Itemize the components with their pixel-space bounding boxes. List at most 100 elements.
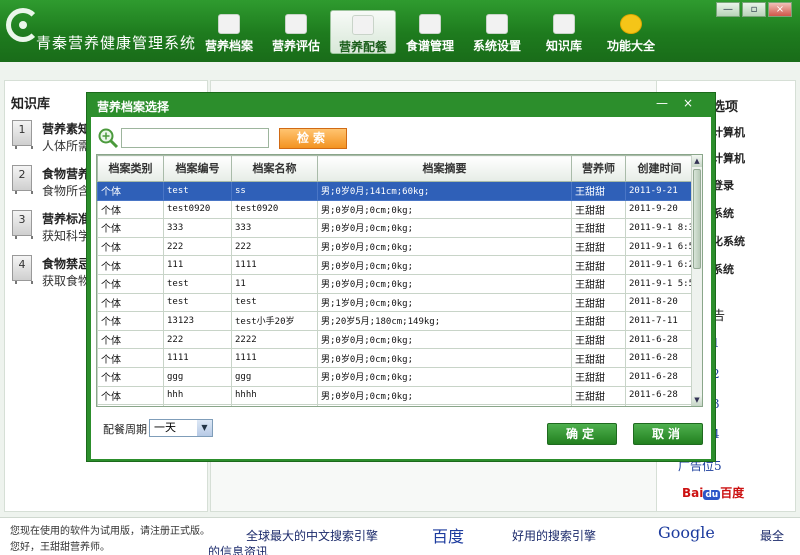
cell-category: 个体 — [97, 348, 164, 368]
cell-name: sss — [231, 404, 318, 406]
column-header-created[interactable]: 创建时间 — [625, 155, 694, 182]
table-row[interactable]: 个体 333 333 男;0岁0月;0cm;0kg; 王甜甜 2011-9-1 8:34 — [97, 218, 694, 238]
dialog-close-button[interactable]: × — [679, 96, 697, 110]
cell-created: 2011-9-21 — [625, 181, 694, 201]
nav-system-settings[interactable]: 系统设置 — [464, 10, 530, 54]
nav-nutrition-profile[interactable]: 营养档案 — [196, 10, 262, 54]
kb-icon — [553, 14, 575, 34]
cell-name: 1111 — [231, 348, 318, 368]
vertical-scrollbar[interactable]: ▲ ▼ — [691, 155, 702, 406]
footer-ad-link[interactable]: 百度 — [432, 523, 464, 547]
cell-id: test — [163, 273, 232, 294]
footer-ad-text[interactable]: 最全 — [760, 527, 784, 544]
cell-dietitian: 王甜甜 — [571, 181, 626, 201]
cell-category: 个体 — [97, 181, 164, 201]
table-row[interactable]: 个体 hhh hhhh 男;0岁0月;0cm;0kg; 王甜甜 2011-6-28 — [97, 385, 694, 406]
table-row[interactable]: 个体 test 11 男;0岁0月;0cm;0kg; 王甜甜 2011-9-1 5:56 — [97, 273, 694, 294]
meal-cycle-value: 一天 — [154, 421, 176, 434]
column-header-dietitian[interactable]: 营养师 — [571, 155, 626, 182]
table-row[interactable]: 个体 test ss 男;0岁0月;141cm;60kg; 王甜甜 2011-9-21 — [97, 181, 694, 201]
maximize-button[interactable]: ▫ — [742, 2, 766, 17]
search-button[interactable]: 检索 — [279, 128, 347, 149]
number-icon: 2 — [12, 165, 33, 194]
table-row[interactable]: 个体 test test 男;1岁0月;0cm;0kg; 王甜甜 2011-8-20 — [97, 292, 694, 313]
nav-meal-planning[interactable]: 营养配餐 — [330, 10, 396, 54]
search-input[interactable] — [121, 128, 269, 148]
cell-dietitian: 王甜甜 — [571, 273, 626, 294]
cell-id: 222 — [163, 236, 232, 257]
table-row[interactable]: 个体 ggg ggg 男;0岁0月;0cm;0kg; 王甜甜 2011-6-28 — [97, 366, 694, 387]
top-bar: 青秦营养健康管理系统 营养档案 营养评估 营养配餐 食谱管理 系统设置 知识库 … — [0, 0, 800, 62]
table-row[interactable]: 个体 13123 test小手20岁 男;20岁5月;180cm;149kg; 王甜甜 2… — [97, 311, 694, 331]
cell-created: 2011-6-28 — [625, 385, 694, 406]
table-row[interactable]: 个体 test0920 test0920 男;0岁0月;0cm;0kg; 王甜甜 2011… — [97, 199, 694, 220]
cell-dietitian: 王甜甜 — [571, 218, 626, 238]
cell-summary: 男;0岁0月;0cm;0kg; — [317, 348, 572, 368]
nav-recipe-management[interactable]: 食谱管理 — [397, 10, 463, 54]
cell-category: 个体 — [97, 236, 164, 257]
cell-id: hhh — [163, 385, 232, 406]
option-item[interactable]: 化系统 — [712, 233, 745, 249]
table-header-row: 档案类别 档案编号 档案名称 档案摘要 营养师 创建时间 — [97, 155, 694, 182]
cell-dietitian: 王甜甜 — [571, 199, 626, 220]
cell-category: 个体 — [97, 199, 164, 220]
cell-name: 11 — [231, 273, 318, 294]
footer-ad-link[interactable]: Google — [658, 523, 715, 542]
column-header-category[interactable]: 档案类别 — [97, 155, 164, 182]
chevron-down-icon: ▼ — [197, 420, 212, 436]
cell-name: ss — [231, 181, 318, 201]
footer-ad-text[interactable]: 的信息资讯 — [208, 543, 268, 555]
cell-summary: 男;0岁0月;0cm;0kg; — [317, 218, 572, 238]
baidu-logo[interactable]: Bai du 百度 — [682, 484, 744, 501]
cell-name: test小手20岁 — [231, 311, 318, 331]
cell-dietitian: 王甜甜 — [571, 366, 626, 387]
greeting-text: 您好，王甜甜营养师。 — [10, 542, 110, 553]
kb-item-title: 营养素知 — [42, 122, 91, 136]
column-header-name[interactable]: 档案名称 — [231, 155, 318, 182]
cell-summary: 男;0岁0月;0cm;0kg; — [317, 255, 572, 275]
nav-nutrition-assessment[interactable]: 营养评估 — [263, 10, 329, 54]
column-header-id[interactable]: 档案编号 — [163, 155, 232, 182]
table-row[interactable]: 个体 111 1111 男;0岁0月;0cm;0kg; 王甜甜 2011-9-1 6:21 — [97, 255, 694, 275]
cell-id: 111 — [163, 255, 232, 275]
footer-ad-text[interactable]: 全球最大的中文搜索引擎 — [246, 527, 378, 544]
cell-created: 2011-9-1 6:52 — [625, 236, 694, 257]
cell-category: 个体 — [97, 404, 164, 406]
app-title: 青秦营养健康管理系统 — [36, 34, 197, 52]
cell-dietitian: 王甜甜 — [571, 255, 626, 275]
cell-summary: 男;0岁0月;0cm;0kg; — [317, 329, 572, 350]
dialog-minimize-button[interactable]: — — [653, 96, 671, 110]
kb-item-title: 食物营养 — [42, 167, 91, 181]
cell-created: 2011-6-28 — [625, 329, 694, 350]
column-header-summary[interactable]: 档案摘要 — [317, 155, 572, 182]
cell-name: 222 — [231, 236, 318, 257]
cell-created: 2011-9-1 5:56 — [625, 273, 694, 294]
table-row[interactable]: 个体 222 2222 男;0岁0月;0cm;0kg; 王甜甜 2011-6-28 — [97, 329, 694, 350]
close-button[interactable]: × — [768, 2, 792, 17]
nav-knowledge-base[interactable]: 知识库 — [531, 10, 597, 54]
scroll-up-arrow-icon[interactable]: ▲ — [692, 155, 702, 167]
nav-all-functions[interactable]: 功能大全 — [598, 10, 664, 54]
table-row[interactable]: 个体 1111 1111 男;0岁0月;0cm;0kg; 王甜甜 2011-6-28 — [97, 348, 694, 368]
cell-id: 222 — [163, 329, 232, 350]
option-item[interactable]: 计算机 — [712, 150, 745, 166]
scroll-down-arrow-icon[interactable]: ▼ — [692, 394, 702, 406]
option-item[interactable]: 计算机 — [712, 124, 745, 140]
app-logo-icon — [6, 8, 40, 42]
kb-item-title: 营养标准 — [42, 212, 91, 226]
cell-id: ggg — [163, 366, 232, 387]
baidu-paw-icon: du — [703, 490, 721, 500]
cell-created: 2011-8-20 — [625, 292, 694, 313]
cell-summary: 男;0岁0月;0cm;0kg; — [317, 236, 572, 257]
table-row[interactable]: 个体 222 222 男;0岁0月;0cm;0kg; 王甜甜 2011-9-1 6:52 — [97, 236, 694, 257]
table-row[interactable]: 个体sssss男;0岁0月;0cm;0kg;王甜甜2011-6-28 — [97, 404, 694, 406]
meal-cycle-select[interactable]: 一天 ▼ — [149, 419, 213, 437]
ok-button[interactable]: 确定 — [547, 423, 617, 445]
cancel-button[interactable]: 取消 — [633, 423, 703, 445]
trial-notice: 您现在使用的软件为试用版，请注册正式版。 — [10, 526, 210, 537]
cell-name: test — [231, 292, 318, 313]
scroll-thumb[interactable] — [693, 169, 701, 269]
footer-ad-text[interactable]: 好用的搜索引擎 — [512, 527, 596, 544]
minimize-button[interactable]: — — [716, 2, 740, 17]
kb-item-desc: 食物所含 — [42, 184, 91, 198]
